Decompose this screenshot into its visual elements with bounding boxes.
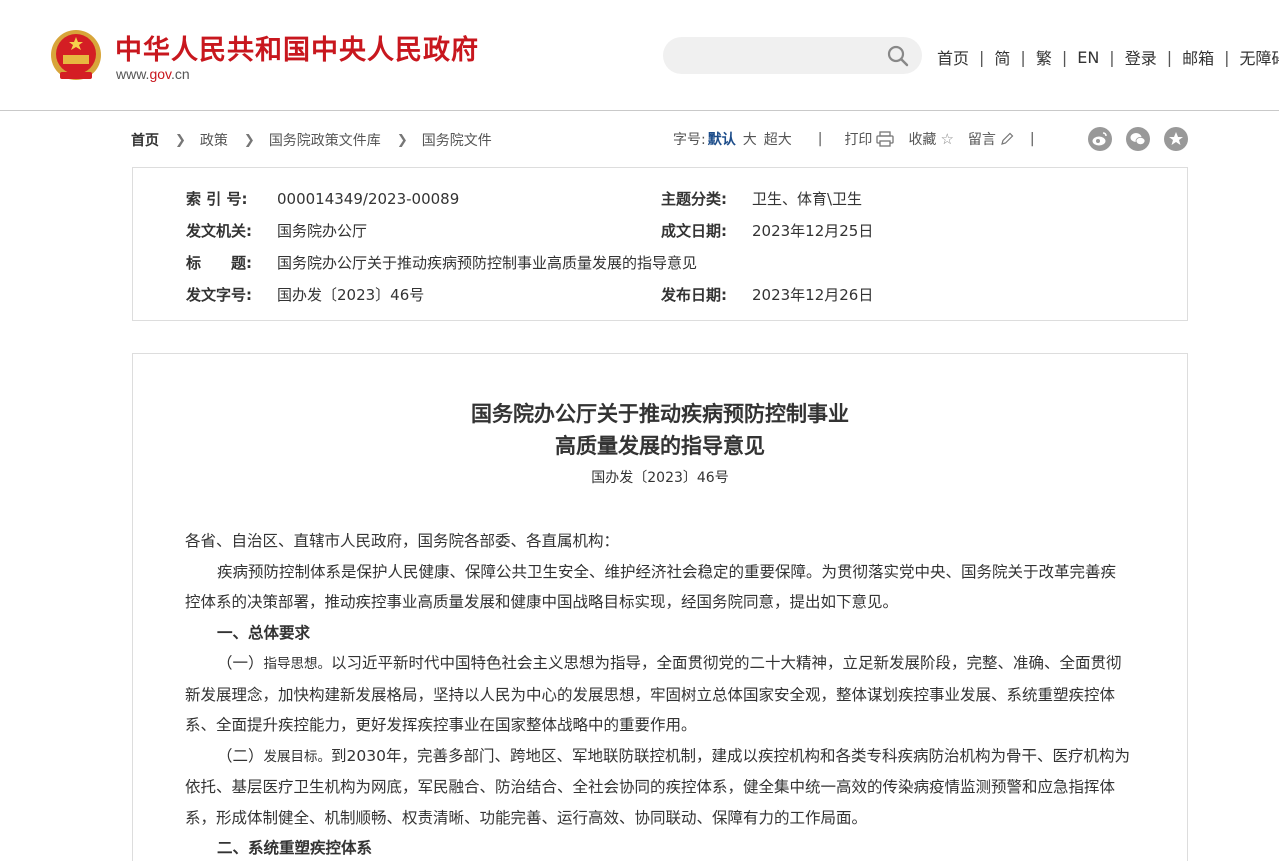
article-body: 国务院办公厅关于推动疾病预防控制事业 高质量发展的指导意见 国办发〔2023〕4… (132, 353, 1188, 861)
font-size-xlarge-option[interactable]: 超大 (764, 129, 792, 149)
chevron-right-icon: ❯ (243, 132, 255, 148)
info-written-label: 成文日期: (661, 222, 727, 240)
article-title-line: 高质量发展的指导意见 (555, 433, 765, 458)
info-publish-label: 发布日期: (661, 286, 727, 304)
info-title-label: 标 题: (186, 254, 252, 272)
national-emblem-icon[interactable] (50, 28, 102, 84)
info-topic-value: 卫生、体育\卫生 (752, 190, 863, 208)
top-nav-links: 首页 | 简 | 繁 | EN | 登录 | 邮箱 | 无障碍 (937, 45, 1279, 69)
site-url-gov: gov (149, 66, 171, 82)
breadcrumb-library-link[interactable]: 国务院政策文件库 (269, 130, 381, 150)
nav-simplified-link[interactable]: 简 (994, 45, 1010, 69)
weibo-icon[interactable] (1088, 127, 1112, 151)
info-written-value: 2023年12月25日 (752, 222, 874, 240)
tools-separator: | (1029, 131, 1035, 147)
nav-separator: | (1166, 47, 1173, 67)
article-doc-number: 国办发〔2023〕46号 (591, 470, 729, 486)
nav-accessibility-link[interactable]: 无障碍 (1240, 45, 1279, 69)
nav-separator: | (1020, 47, 1026, 67)
paragraph-emphasis: 指导思想。 (263, 656, 332, 672)
breadcrumb: 首页 ❯ 政策 ❯ 国务院政策文件库 ❯ 国务院文件 (131, 130, 492, 150)
site-url[interactable]: www.gov.cn (116, 66, 190, 82)
info-issuer-label: 发文机关: (186, 222, 252, 240)
paragraph: （二）发展目标。到2030年，完善多部门、跨地区、军地联防联控机制，建成以疾控机… (185, 741, 1131, 834)
info-topic-label: 主题分类: (661, 190, 727, 208)
info-docno-value: 国办发〔2023〕46号 (277, 286, 425, 304)
print-button[interactable]: 打印 (844, 129, 872, 149)
nav-traditional-link[interactable]: 繁 (1036, 45, 1052, 69)
site-title[interactable]: 中华人民共和国中央人民政府 (115, 28, 479, 67)
search-input[interactable] (681, 45, 881, 65)
info-publish-value: 2023年12月26日 (752, 286, 874, 304)
info-issuer-row: 发文机关: 国务院办公厅 (186, 220, 367, 241)
article-title-line: 国务院办公厅关于推动疾病预防控制事业 (471, 401, 849, 426)
breadcrumb-state-council-docs-link[interactable]: 国务院文件 (422, 130, 492, 150)
nav-english-link[interactable]: EN (1077, 48, 1099, 67)
paragraph: （一）指导思想。以习近平新时代中国特色社会主义思想为指导，全面贯彻党的二十大精神… (185, 648, 1131, 741)
info-docno-row: 发文字号: 国办发〔2023〕46号 (186, 284, 424, 305)
comment-button[interactable]: 留言 (968, 129, 996, 149)
paragraph-emphasis: 发展目标。 (263, 748, 332, 765)
search-icon[interactable] (887, 45, 909, 67)
document-info-box: 索 引 号: 000014349/2023-00089 主题分类: 卫生、体育\卫生… (132, 167, 1188, 321)
site-url-prefix: www. (116, 66, 150, 82)
article-tools: 字号: 默认 大 超大 | 打印 收藏 ☆ 留言 | (673, 129, 1035, 149)
info-index-label: 索 引 号: (186, 190, 248, 208)
nav-home-link[interactable]: 首页 (937, 45, 969, 69)
info-index-value: 000014349/2023-00089 (277, 190, 460, 208)
info-docno-label: 发文字号: (186, 286, 252, 304)
nav-login-link[interactable]: 登录 (1125, 45, 1157, 69)
font-size-default-option[interactable]: 默认 (708, 129, 736, 149)
paragraph: 疾病预防控制体系是保护人民健康、保障公共卫生安全、维护经济社会稳定的重要保障。为… (185, 562, 1117, 612)
info-topic-row: 主题分类: 卫生、体育\卫生 (661, 188, 862, 209)
star-icon[interactable] (1164, 127, 1188, 151)
info-title-value: 国务院办公厅关于推动疾病预防控制事业高质量发展的指导意见 (277, 254, 698, 272)
nav-separator: | (1061, 47, 1068, 67)
wechat-icon[interactable] (1126, 127, 1150, 151)
printer-icon[interactable] (876, 131, 895, 147)
chevron-right-icon: ❯ (396, 132, 408, 148)
article-text: 各省、自治区、直辖市人民政府，国务院各部委、各直属机构： 疾病预防控制体系是保护… (185, 526, 1131, 861)
star-outline-icon[interactable]: ☆ (940, 130, 953, 148)
section-heading: 一、总体要求 (217, 623, 311, 642)
info-issuer-value: 国务院办公厅 (277, 222, 368, 240)
favorite-button[interactable]: 收藏 (908, 129, 936, 149)
font-size-large-option[interactable]: 大 (743, 129, 757, 149)
nav-separator: | (979, 47, 985, 67)
tools-separator: | (817, 131, 823, 147)
paragraph-number: （一） (217, 654, 264, 672)
site-url-suffix: .cn (171, 66, 190, 82)
pencil-icon[interactable] (1000, 132, 1014, 146)
font-size-label: 字号: (673, 132, 706, 148)
nav-mail-link[interactable]: 邮箱 (1182, 45, 1214, 69)
info-index-row: 索 引 号: 000014349/2023-00089 (186, 188, 459, 209)
section-heading: 二、系统重塑疾控体系 (217, 839, 373, 857)
info-title-row: 标 题: 国务院办公厅关于推动疾病预防控制事业高质量发展的指导意见 (186, 252, 697, 273)
site-header: 中华人民共和国中央人民政府 www.gov.cn 首页 | 简 | 繁 | EN | 登… (0, 0, 1279, 111)
salutation: 各省、自治区、直辖市人民政府，国务院各部委、各直属机构： (185, 532, 620, 550)
breadcrumb-home-link[interactable]: 首页 (131, 130, 159, 150)
info-written-row: 成文日期: 2023年12月25日 (661, 220, 873, 241)
article-title: 国务院办公厅关于推动疾病预防控制事业 高质量发展的指导意见 (133, 398, 1187, 462)
search-box (663, 37, 922, 74)
chevron-right-icon: ❯ (175, 132, 186, 148)
nav-separator: | (1224, 47, 1230, 67)
paragraph-number: （二） (217, 746, 264, 765)
info-publish-row: 发布日期: 2023年12月26日 (661, 284, 873, 305)
nav-separator: | (1109, 47, 1115, 67)
breadcrumb-policy-link[interactable]: 政策 (200, 130, 228, 150)
